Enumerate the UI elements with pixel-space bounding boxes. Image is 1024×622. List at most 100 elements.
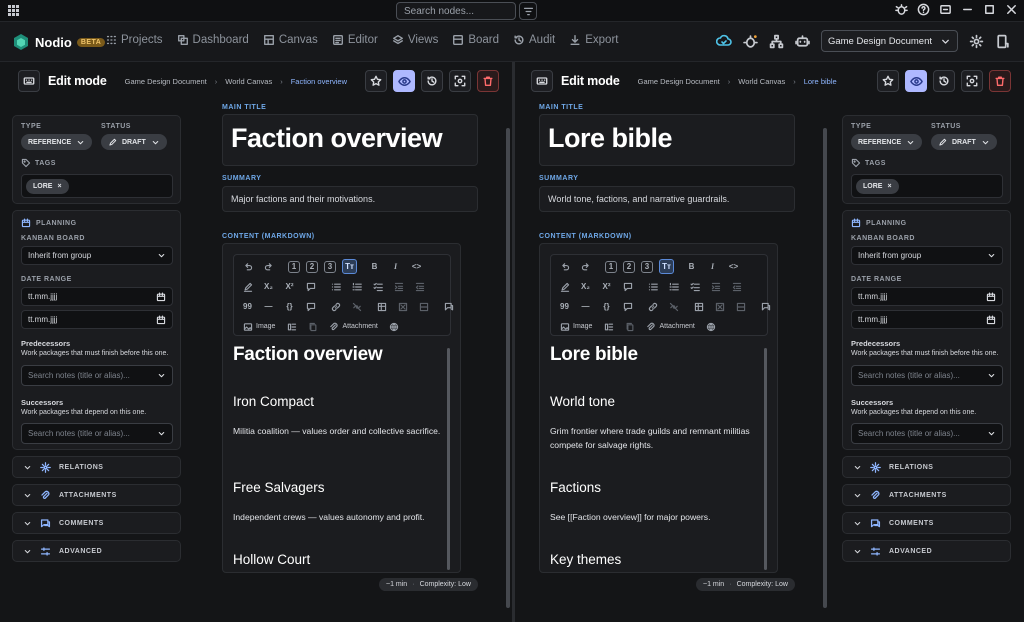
device-icon[interactable] [995, 34, 1010, 49]
callout-icon[interactable] [758, 299, 773, 314]
heading3-icon[interactable]: 3 [324, 260, 336, 273]
left-succ-input[interactable]: Search notes (title or alias)... [21, 423, 173, 444]
tag-remove-icon[interactable]: × [887, 183, 891, 190]
right-md-scrollbar[interactable] [764, 348, 767, 570]
callout-icon[interactable] [441, 299, 456, 314]
right-advanced-section[interactable]: ADVANCED [842, 540, 1011, 562]
right-attachments-section[interactable]: ATTACHMENTS [842, 484, 1011, 506]
table-icon[interactable] [691, 299, 706, 314]
left-status-select[interactable]: DRAFT [101, 134, 167, 150]
gallery-icon[interactable] [284, 319, 299, 334]
left-date-end[interactable]: tt.mm.jjjj [21, 310, 173, 329]
help-icon[interactable] [917, 3, 930, 16]
code-block-icon[interactable]: {} [599, 299, 614, 314]
left-pred-input[interactable]: Search notes (title or alias)... [21, 365, 173, 386]
left-attachments-section[interactable]: ATTACHMENTS [12, 484, 181, 506]
calendar-icon[interactable] [156, 315, 166, 325]
right-star-button[interactable] [877, 70, 899, 92]
left-crumb-doc[interactable]: Game Design Document [125, 77, 207, 86]
left-relations-section[interactable]: RELATIONS [12, 456, 181, 478]
heading2-icon[interactable]: 2 [306, 260, 318, 273]
right-crumb-current[interactable]: Lore bible [804, 77, 837, 86]
right-title-input[interactable]: Lore bible [539, 114, 795, 166]
bold-icon[interactable]: B [684, 259, 699, 274]
horizontal-rule-icon[interactable]: — [578, 299, 593, 314]
horizontal-rule-icon[interactable]: — [261, 299, 276, 314]
nav-export[interactable]: Export [569, 34, 618, 46]
unlink-icon[interactable] [349, 299, 364, 314]
app-grid-icon[interactable] [8, 5, 19, 16]
quote-icon[interactable]: 99 [240, 299, 255, 314]
left-date-start[interactable]: tt.mm.jjjj [21, 287, 173, 306]
left-tag-chip[interactable]: LORE × [26, 178, 69, 194]
left-markdown-editor[interactable]: 1 2 3 Tт B I <> X₂ X² 99 — {} Image Atta… [222, 243, 461, 573]
superscript-icon[interactable]: X² [282, 279, 297, 294]
comment-icon[interactable] [303, 299, 318, 314]
calendar-icon[interactable] [986, 315, 996, 325]
heading1-icon[interactable]: 1 [288, 260, 300, 273]
heading2-icon[interactable]: 2 [623, 260, 635, 273]
italic-icon[interactable]: I [388, 259, 403, 274]
right-tags-input[interactable]: LORE × [851, 174, 1003, 198]
highlight-icon[interactable] [240, 279, 255, 294]
text-style-icon[interactable]: Tт [659, 259, 674, 274]
tag-remove-icon[interactable]: × [57, 183, 61, 190]
left-comments-section[interactable]: COMMENTS [12, 512, 181, 534]
close-icon[interactable] [1005, 3, 1018, 16]
nav-canvas[interactable]: Canvas [263, 34, 318, 46]
checklist-icon[interactable] [370, 279, 385, 294]
globe-icon[interactable] [704, 319, 719, 334]
right-preview-button[interactable] [905, 70, 927, 92]
subscript-icon[interactable]: X₂ [578, 279, 593, 294]
indent-icon[interactable] [708, 279, 723, 294]
table-remove-icon[interactable] [712, 299, 727, 314]
insert-attachment-button[interactable]: Attachment [643, 322, 697, 332]
text-style-icon[interactable]: Tт [342, 259, 357, 274]
left-history-button[interactable] [421, 70, 443, 92]
left-advanced-section[interactable]: ADVANCED [12, 540, 181, 562]
left-kanban-select[interactable]: Inherit from group [21, 246, 173, 265]
right-kanban-select[interactable]: Inherit from group [851, 246, 1003, 265]
superscript-icon[interactable]: X² [599, 279, 614, 294]
calendar-icon[interactable] [986, 292, 996, 302]
left-preview-button[interactable] [393, 70, 415, 92]
right-focus-button[interactable] [961, 70, 983, 92]
copy-icon[interactable] [305, 319, 320, 334]
right-pane-scrollbar[interactable] [823, 128, 827, 608]
link-icon[interactable] [645, 299, 660, 314]
document-selector[interactable]: Game Design Document [820, 30, 958, 52]
nav-editor[interactable]: Editor [332, 34, 378, 46]
left-type-select[interactable]: REFERENCE [21, 134, 93, 150]
insert-image-button[interactable]: Image [240, 322, 278, 332]
nav-audit[interactable]: Audit [513, 34, 555, 46]
left-delete-button[interactable] [477, 70, 499, 92]
code-icon[interactable]: <> [409, 259, 424, 274]
settings-gear-icon[interactable] [969, 34, 984, 49]
undo-icon[interactable] [240, 259, 255, 274]
left-md-content[interactable]: Faction overview Iron Compact Militia co… [233, 344, 448, 567]
left-tags-input[interactable]: LORE × [21, 174, 173, 198]
minimize-icon[interactable] [961, 3, 974, 16]
bug-icon[interactable] [895, 3, 908, 16]
gallery-icon[interactable] [601, 319, 616, 334]
table-icon[interactable] [374, 299, 389, 314]
hierarchy-icon[interactable] [769, 34, 784, 49]
code-block-icon[interactable]: {} [282, 299, 297, 314]
filter-button[interactable] [519, 2, 537, 20]
pane-divider[interactable] [512, 62, 515, 622]
redo-icon[interactable] [261, 259, 276, 274]
table-cell-icon[interactable] [733, 299, 748, 314]
app-logo[interactable]: Nodio BETA [12, 33, 106, 51]
left-crumb-canvas[interactable]: World Canvas [225, 77, 272, 86]
table-remove-icon[interactable] [395, 299, 410, 314]
subscript-icon[interactable]: X₂ [261, 279, 276, 294]
bullet-list-icon[interactable] [645, 279, 660, 294]
italic-icon[interactable]: I [705, 259, 720, 274]
left-pane-scrollbar[interactable] [506, 128, 510, 608]
right-status-select[interactable]: DRAFT [931, 134, 997, 150]
right-summary-input[interactable]: World tone, factions, and narrative guar… [539, 186, 795, 212]
global-search-input[interactable]: Search nodes... [396, 2, 516, 20]
code-icon[interactable]: <> [726, 259, 741, 274]
right-keyboard-button[interactable] [531, 70, 553, 92]
left-keyboard-button[interactable] [18, 70, 40, 92]
